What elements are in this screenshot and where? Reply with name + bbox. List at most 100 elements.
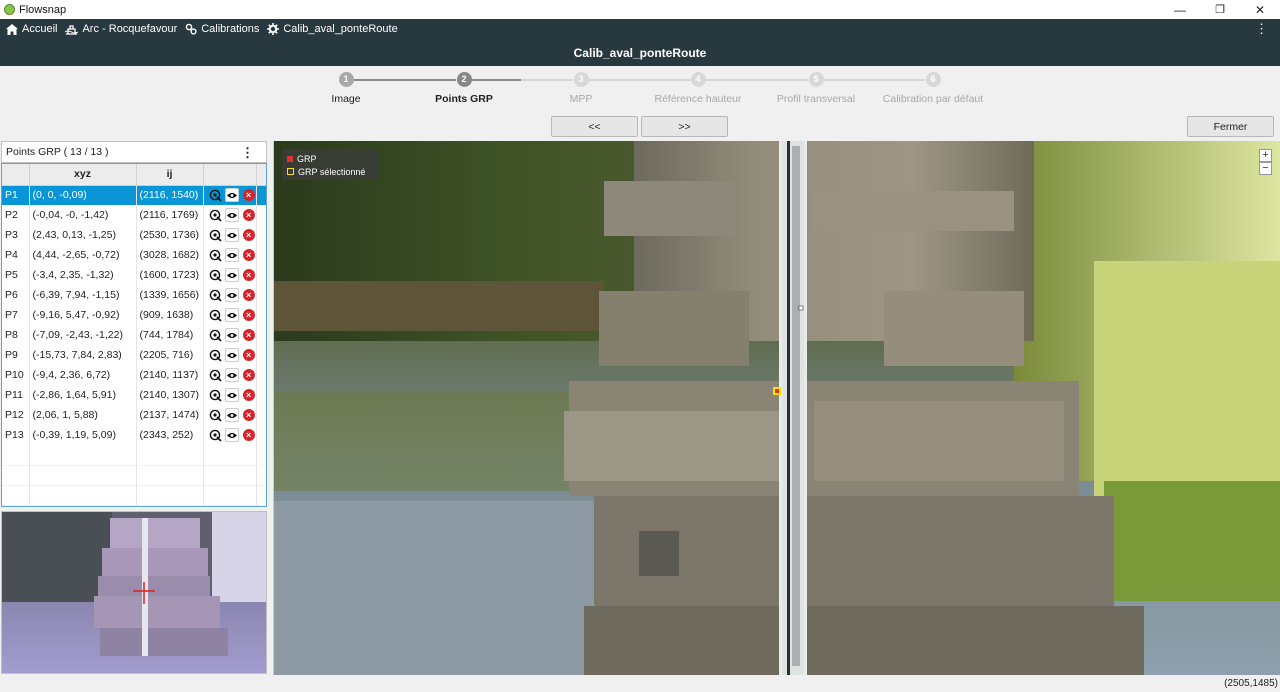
delete-icon[interactable]: × <box>242 288 255 302</box>
zoom-out-button[interactable]: − <box>1259 162 1272 175</box>
grp-xyz: (2,06, 1, 5,88) <box>29 405 137 425</box>
grp-filler <box>256 205 266 225</box>
eye-icon[interactable] <box>225 368 239 382</box>
grp-id: P13 <box>2 425 30 445</box>
eye-icon[interactable] <box>225 348 239 362</box>
table-row[interactable]: P5 (-3,4, 2,35, -1,32) (1600, 1723) × <box>2 265 266 285</box>
empty-row <box>2 485 266 506</box>
breadcrumb-station[interactable]: Arc - Rocquefavour <box>65 23 177 35</box>
calibration-image-viewer[interactable]: GRP GRP sélectionné + − <box>273 141 1280 675</box>
table-row[interactable]: P12 (2,06, 1, 5,88) (2137, 1474) × <box>2 405 266 425</box>
delete-icon[interactable]: × <box>242 308 255 322</box>
step-profil-transversal: 5 Profil transversal <box>756 72 876 105</box>
table-row[interactable]: P3 (2,43, 0,13, -1,25) (2530, 1736) × <box>2 225 266 245</box>
grp-filler <box>256 425 266 445</box>
breadcrumb-calibrations-label: Calibrations <box>201 23 260 35</box>
step-number: 5 <box>808 72 824 87</box>
delete-icon[interactable]: × <box>242 368 255 382</box>
pick-point-icon[interactable] <box>209 308 223 322</box>
column-header-xyz[interactable]: xyz <box>29 164 137 186</box>
table-row[interactable]: P6 (-6,39, 7,94, -1,15) (1339, 1656) × <box>2 285 266 305</box>
image-thumbnail[interactable] <box>1 511 267 674</box>
app-menu-button[interactable]: ⋮ <box>1255 22 1268 35</box>
zoom-in-button[interactable]: + <box>1259 149 1272 162</box>
delete-icon[interactable]: × <box>242 328 255 342</box>
column-header-ij[interactable]: ij <box>136 164 204 186</box>
eye-icon[interactable] <box>225 268 239 282</box>
pick-point-icon[interactable] <box>209 228 223 242</box>
table-row[interactable]: P10 (-9,4, 2,36, 6,72) (2140, 1137) × <box>2 365 266 385</box>
pick-point-icon[interactable] <box>209 348 223 362</box>
pick-point-icon[interactable] <box>209 328 223 342</box>
eye-icon[interactable] <box>225 248 239 262</box>
empty-cell <box>136 485 204 506</box>
empty-cell <box>29 465 137 486</box>
table-row[interactable]: P1 (0, 0, -0,09) (2116, 1540) × <box>2 185 266 205</box>
delete-icon[interactable]: × <box>242 188 255 202</box>
grp-ij: (744, 1784) <box>136 325 204 345</box>
table-row[interactable]: P4 (4,44, -2,65, -0,72) (3028, 1682) × <box>2 245 266 265</box>
pick-point-icon[interactable] <box>209 268 223 282</box>
eye-icon[interactable] <box>225 408 239 422</box>
table-row[interactable]: P9 (-15,73, 7,84, 2,83) (2205, 716) × <box>2 345 266 365</box>
breadcrumb-calibrations[interactable]: Calibrations <box>185 23 259 35</box>
delete-icon[interactable]: × <box>242 248 255 262</box>
table-row[interactable]: P13 (-0,39, 1,19, 5,09) (2343, 252) × <box>2 425 266 445</box>
table-row[interactable]: P2 (-0,04, -0, -1,42) (2116, 1769) × <box>2 205 266 225</box>
eye-icon[interactable] <box>225 288 239 302</box>
station-icon <box>65 24 79 35</box>
empty-cell <box>29 485 137 506</box>
delete-icon[interactable]: × <box>242 228 255 242</box>
table-row[interactable]: P7 (-9,16, 5,47, -0,92) (909, 1638) × <box>2 305 266 325</box>
eye-icon[interactable] <box>225 428 239 442</box>
grp-menu-button[interactable]: ⋮ <box>241 145 254 161</box>
step-label: Calibration par défaut <box>882 93 984 105</box>
table-row[interactable]: P11 (-2,86, 1,64, 5,91) (2140, 1307) × <box>2 385 266 405</box>
next-step-button[interactable]: >> <box>641 116 728 137</box>
pick-point-icon[interactable] <box>209 408 223 422</box>
pick-point-icon[interactable] <box>209 188 223 202</box>
step-label: MPP <box>569 93 593 105</box>
maximize-button[interactable]: ❐ <box>1200 0 1240 19</box>
table-row[interactable]: P8 (-7,09, -2,43, -1,22) (744, 1784) × <box>2 325 266 345</box>
pick-point-icon[interactable] <box>209 208 223 222</box>
eye-icon[interactable] <box>225 328 239 342</box>
pick-point-icon[interactable] <box>209 428 223 442</box>
delete-icon[interactable]: × <box>242 348 255 362</box>
close-button[interactable]: Fermer <box>1187 116 1274 137</box>
grp-id: P6 <box>2 285 30 305</box>
delete-icon[interactable]: × <box>242 268 255 282</box>
legend-grp-selected-label: GRP sélectionné <box>298 166 366 177</box>
delete-icon[interactable]: × <box>242 208 255 222</box>
step-points-grp[interactable]: 2 Points GRP <box>404 72 524 105</box>
breadcrumb-home[interactable]: Accueil <box>6 23 57 35</box>
grp-ij: (2530, 1736) <box>136 225 204 245</box>
delete-icon[interactable]: × <box>242 388 255 402</box>
eye-icon[interactable] <box>225 208 239 222</box>
grp-actions: × <box>203 265 257 285</box>
step-reference-hauteur: 4 Référence hauteur <box>638 72 758 105</box>
pick-point-icon[interactable] <box>209 248 223 262</box>
delete-icon[interactable]: × <box>242 428 255 442</box>
eye-icon[interactable] <box>225 188 239 203</box>
minimize-button[interactable]: — <box>1160 0 1200 19</box>
pick-point-icon[interactable] <box>209 368 223 382</box>
pick-point-icon[interactable] <box>209 388 223 402</box>
eye-icon[interactable] <box>225 228 239 242</box>
delete-icon[interactable]: × <box>242 408 255 422</box>
previous-step-button[interactable]: << <box>551 116 638 137</box>
grp-xyz: (0, 0, -0,09) <box>29 185 137 205</box>
empty-cell <box>136 445 204 466</box>
grp-table: xyz ij P1 (0, 0, -0,09) (2116, 1540) × P2 (-0… <box>1 163 267 507</box>
step-number: 1 <box>338 72 354 87</box>
eye-icon[interactable] <box>225 388 239 402</box>
eye-icon[interactable] <box>225 308 239 322</box>
close-window-button[interactable]: ✕ <box>1240 0 1280 19</box>
step-mpp: 3 MPP <box>521 72 641 105</box>
breadcrumb-calibration[interactable]: Calib_aval_ponteRoute <box>267 23 398 35</box>
pick-point-icon[interactable] <box>209 288 223 302</box>
grp-ij: (2137, 1474) <box>136 405 204 425</box>
grp-ij: (3028, 1682) <box>136 245 204 265</box>
step-image[interactable]: 1 Image <box>286 72 406 105</box>
grp-xyz: (-9,4, 2,36, 6,72) <box>29 365 137 385</box>
